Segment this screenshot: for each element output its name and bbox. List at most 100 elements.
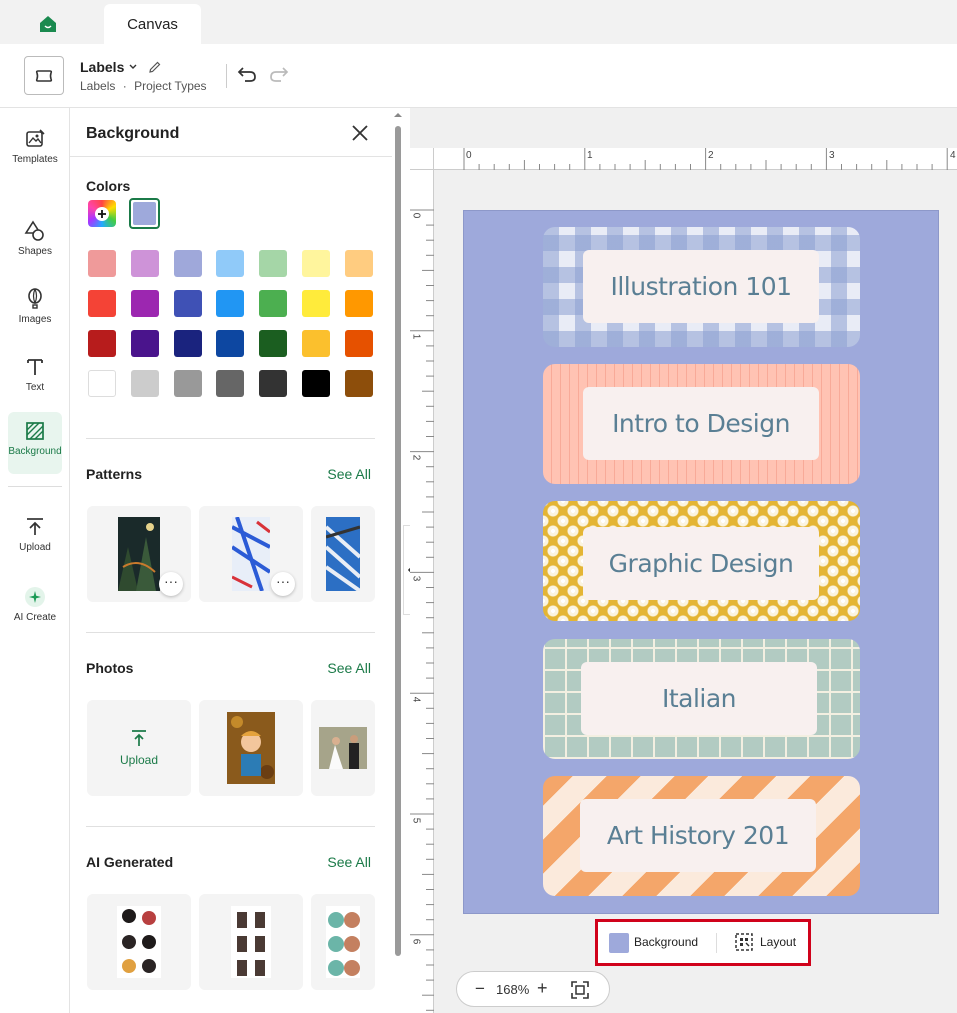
label-text[interactable]: Art History 201 <box>580 799 816 872</box>
color-swatch[interactable] <box>130 370 159 397</box>
label-text[interactable]: Italian <box>581 662 817 735</box>
nav-background[interactable]: Background <box>8 412 62 474</box>
background-button[interactable]: Background <box>634 935 698 949</box>
nav-text[interactable]: Text <box>8 348 62 408</box>
color-swatch[interactable] <box>173 290 202 317</box>
color-swatch[interactable] <box>88 330 116 357</box>
ai-see-all-link[interactable]: See All <box>327 854 371 870</box>
redo-icon <box>270 67 289 82</box>
project-title[interactable]: Labels <box>80 59 162 75</box>
color-swatch[interactable] <box>259 290 288 317</box>
color-swatch[interactable] <box>88 250 116 277</box>
zoom-in-button[interactable]: + <box>537 978 548 999</box>
pattern-card[interactable]: ··· <box>87 506 191 602</box>
nav-shapes[interactable]: Shapes <box>8 212 62 272</box>
ruler-vertical: 0 1 2 3 4 5 6 <box>410 170 434 1013</box>
nav-images[interactable]: Images <box>8 280 62 340</box>
scroll-thumb[interactable] <box>395 126 401 956</box>
nav-ai-create[interactable]: AI Create <box>8 578 62 638</box>
custom-color-button[interactable] <box>88 200 116 227</box>
color-swatch[interactable] <box>173 250 202 277</box>
label-text[interactable]: Intro to Design <box>583 387 819 460</box>
nav-text-label: Text <box>25 382 45 393</box>
ruler-number: 2 <box>708 150 714 161</box>
ai-thumbnail <box>326 906 360 978</box>
pattern-card[interactable]: ··· <box>199 506 303 602</box>
color-swatch[interactable] <box>344 330 373 357</box>
undo-icon <box>237 67 256 82</box>
section-divider <box>86 438 375 439</box>
ai-image-card[interactable] <box>87 894 191 990</box>
zoom-out-button[interactable]: − <box>475 979 485 999</box>
shapes-icon <box>24 220 44 241</box>
color-swatch[interactable] <box>302 330 330 357</box>
color-swatch[interactable] <box>173 330 202 357</box>
ai-image-card[interactable] <box>199 894 303 990</box>
tab-canvas[interactable]: Canvas <box>104 4 201 44</box>
zoom-level[interactable]: 168% <box>496 982 529 997</box>
photo-thumbnail <box>319 727 367 769</box>
close-panel-button[interactable] <box>351 124 369 147</box>
pattern-card[interactable] <box>311 506 375 602</box>
undo-button[interactable] <box>236 64 258 89</box>
label-text[interactable]: Illustration 101 <box>583 250 819 323</box>
pattern-more-button[interactable]: ··· <box>271 572 295 596</box>
photo-card[interactable] <box>199 700 303 796</box>
sparkle-icon <box>25 587 45 607</box>
color-swatch[interactable] <box>130 250 159 277</box>
label-card[interactable]: Intro to Design <box>543 364 860 484</box>
color-swatch[interactable] <box>344 290 373 317</box>
upload-photo-card[interactable]: Upload <box>87 700 191 796</box>
redo-button[interactable] <box>268 64 290 89</box>
ruler-corner <box>410 148 434 170</box>
patterns-title: Patterns <box>86 466 143 482</box>
home-button[interactable] <box>30 10 66 38</box>
breadcrumb-labels[interactable]: Labels <box>80 79 115 93</box>
photo-card[interactable] <box>311 700 375 796</box>
color-swatch[interactable] <box>302 250 330 277</box>
color-swatch[interactable] <box>344 250 373 277</box>
color-swatch[interactable] <box>130 330 159 357</box>
color-swatch[interactable] <box>130 290 159 317</box>
label-card[interactable]: Italian <box>543 639 860 759</box>
label-text[interactable]: Graphic Design <box>583 527 819 600</box>
color-swatch[interactable] <box>259 250 288 277</box>
panel-scrollbar[interactable] <box>393 113 403 958</box>
color-swatch[interactable] <box>302 290 330 317</box>
nav-upload[interactable]: Upload <box>8 508 62 568</box>
fit-to-screen-button[interactable] <box>570 980 590 1005</box>
color-swatch[interactable] <box>216 330 245 357</box>
patterns-see-all-link[interactable]: See All <box>327 466 371 482</box>
label-card[interactable]: Illustration 101 <box>543 227 860 347</box>
selected-color-swatch[interactable] <box>129 198 160 229</box>
color-swatch[interactable] <box>216 290 245 317</box>
color-swatch[interactable] <box>259 370 288 397</box>
breadcrumb-project-types[interactable]: Project Types <box>134 79 206 93</box>
label-card[interactable]: Graphic Design <box>543 501 860 621</box>
ruler-number: 6 <box>410 938 422 945</box>
layout-label[interactable]: Layout <box>760 935 796 949</box>
color-swatch[interactable] <box>216 250 245 277</box>
balloon-icon <box>28 288 42 309</box>
pattern-more-button[interactable]: ··· <box>159 572 183 596</box>
color-swatch[interactable] <box>88 370 116 397</box>
artboard[interactable]: Illustration 101 Intro to Design Graphic… <box>463 210 939 914</box>
ruler-horizontal: 0 1 2 3 4 <box>434 148 957 170</box>
project-type-button[interactable] <box>24 56 64 95</box>
color-swatch[interactable] <box>88 290 116 317</box>
color-swatch[interactable] <box>344 370 373 397</box>
ruler-number: 1 <box>410 333 422 340</box>
color-swatch[interactable] <box>216 370 245 397</box>
nav-shapes-label: Shapes <box>18 246 52 257</box>
context-bar-divider <box>716 933 717 953</box>
ai-image-card[interactable] <box>311 894 375 990</box>
background-swatch[interactable] <box>609 933 629 953</box>
photos-see-all-link[interactable]: See All <box>327 660 371 676</box>
color-swatch[interactable] <box>259 330 288 357</box>
color-swatch[interactable] <box>302 370 330 397</box>
nav-templates[interactable]: Templates <box>8 120 62 180</box>
layout-button[interactable] <box>734 932 754 957</box>
pencil-icon[interactable] <box>148 60 162 74</box>
label-card[interactable]: Art History 201 <box>543 776 860 896</box>
color-swatch[interactable] <box>173 370 202 397</box>
